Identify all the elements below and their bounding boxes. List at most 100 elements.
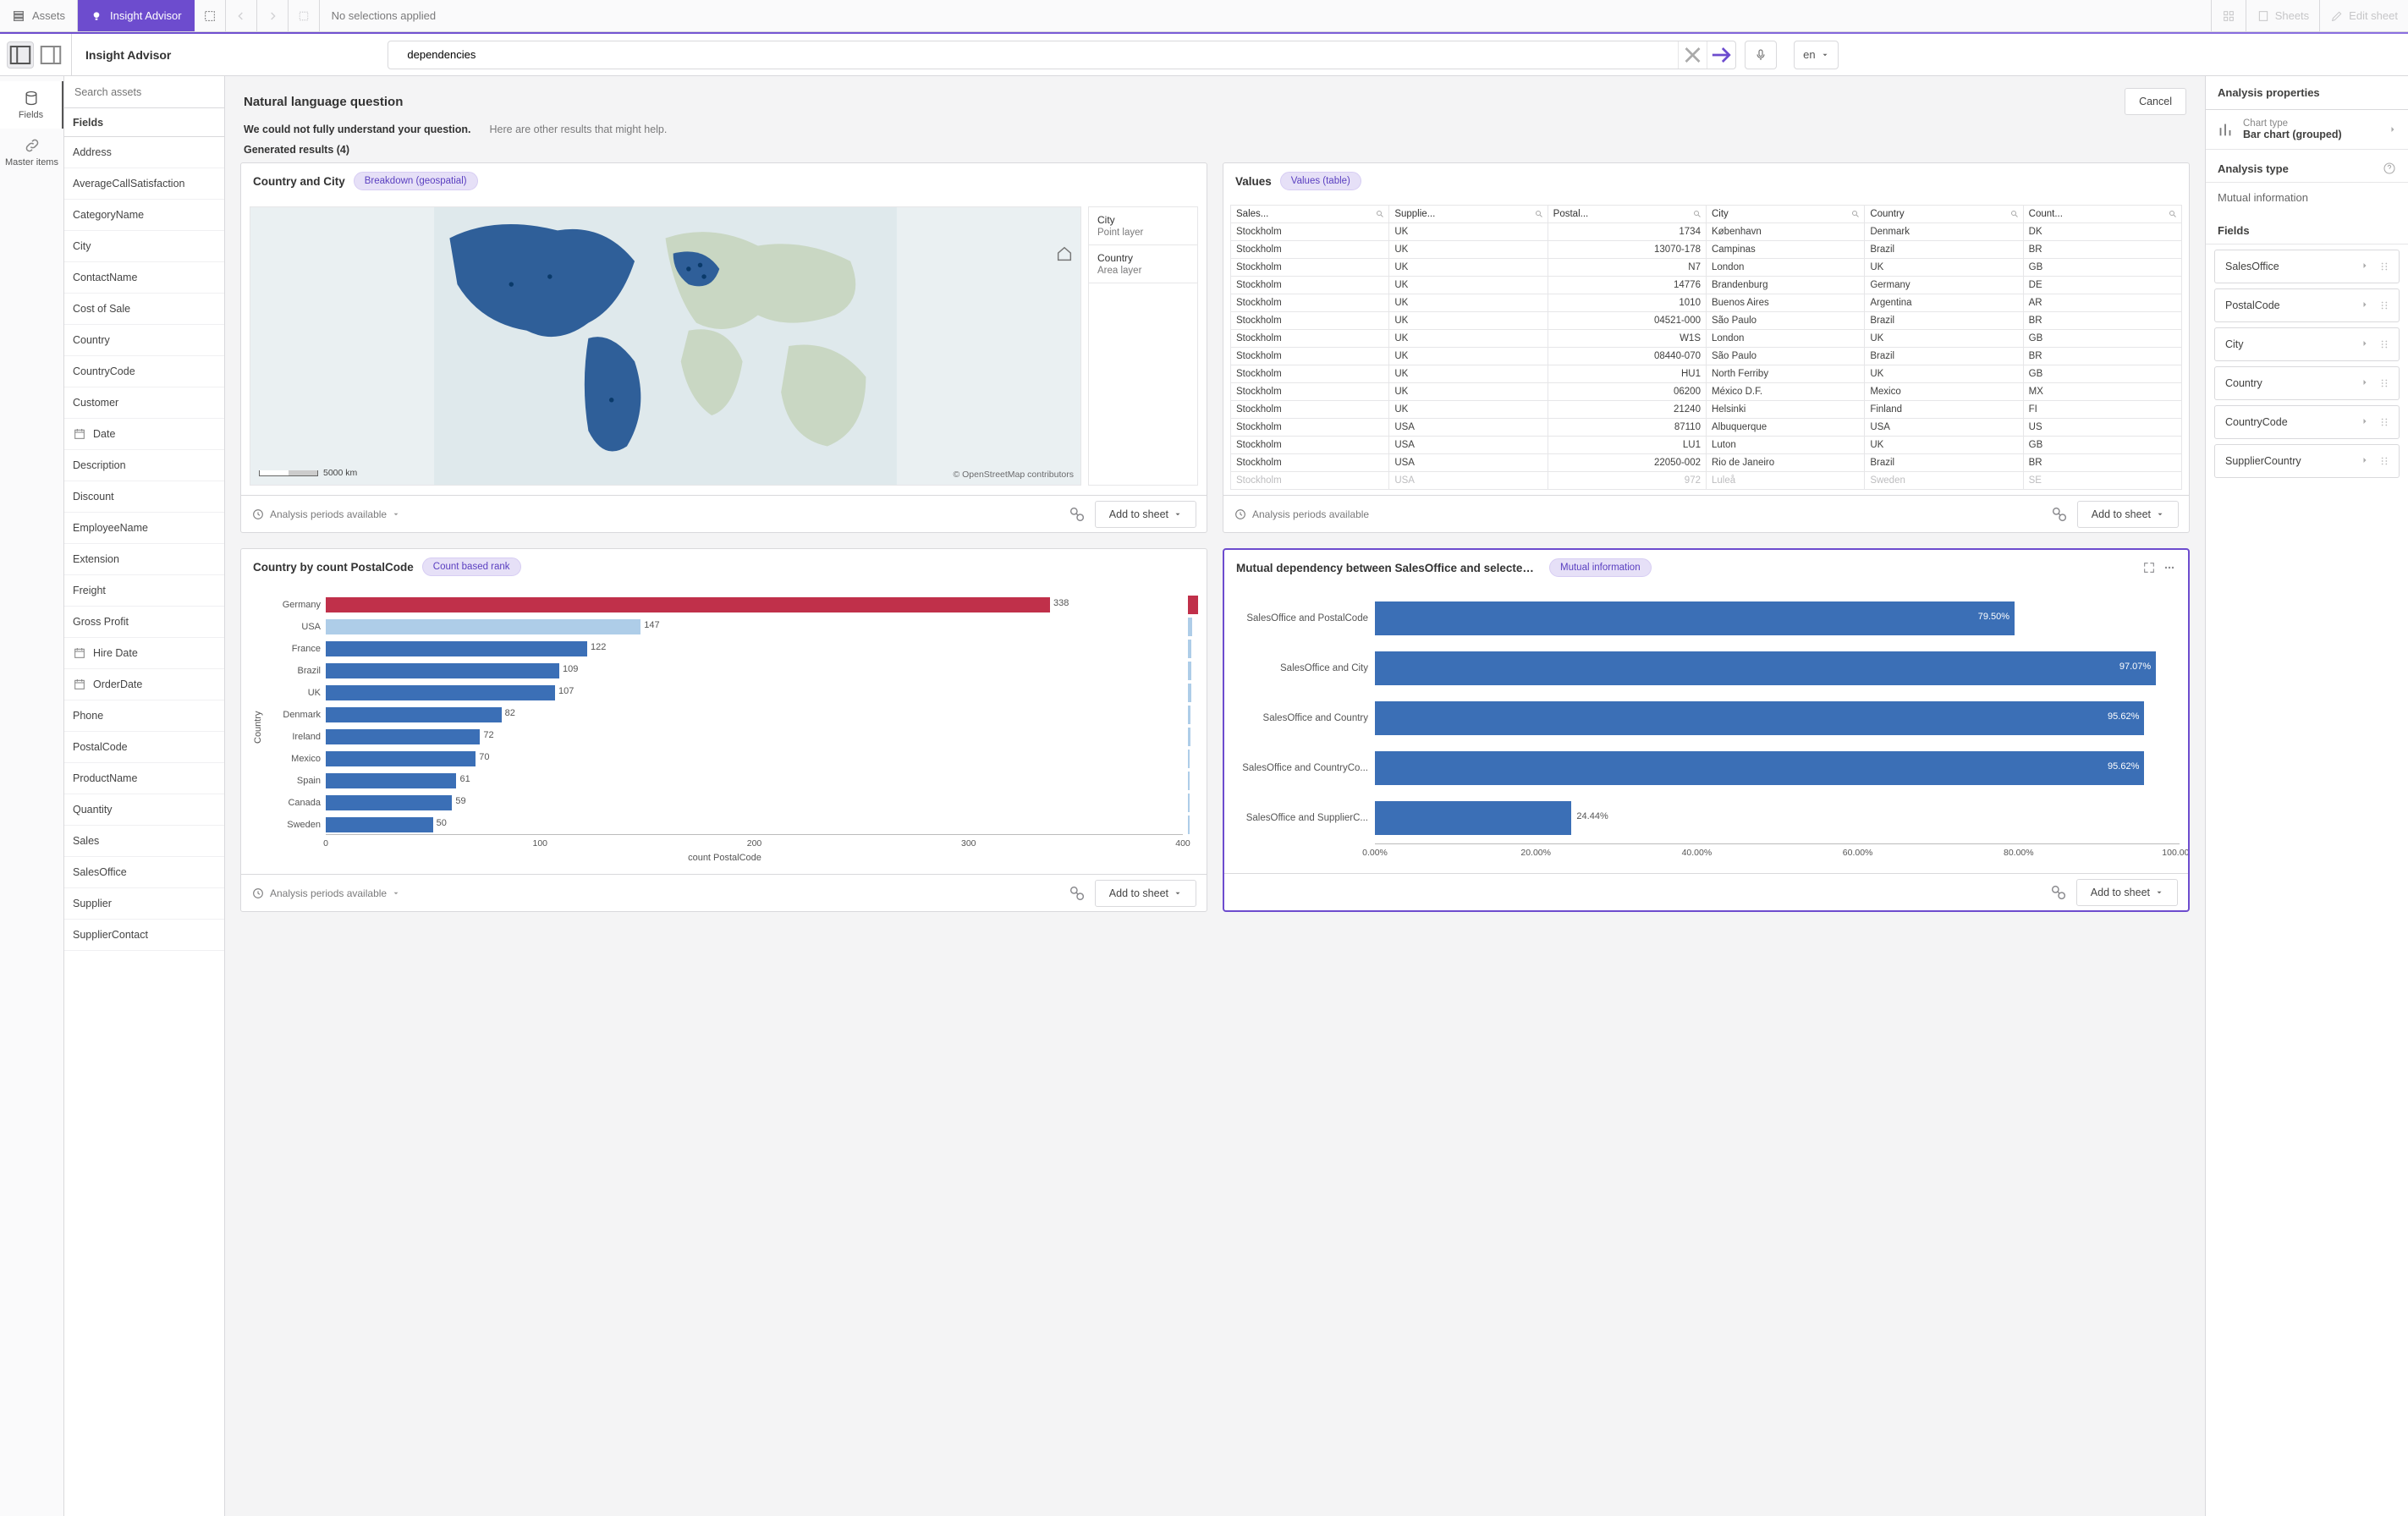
clear-selections-button[interactable]	[289, 0, 320, 31]
cancel-button[interactable]: Cancel	[2125, 88, 2186, 115]
field-chip[interactable]: SalesOffice	[2214, 250, 2400, 283]
home-icon[interactable]	[1055, 244, 1074, 263]
field-item[interactable]: ContactName	[64, 262, 224, 294]
table-header[interactable]: Count...	[2023, 206, 2181, 223]
table-header[interactable]: Postal...	[1548, 206, 1706, 223]
more-icon[interactable]	[2163, 561, 2176, 574]
clear-search-button[interactable]	[1678, 41, 1707, 69]
assets-search-input[interactable]	[73, 85, 216, 99]
bookmarks-button[interactable]	[2211, 0, 2246, 31]
table-row[interactable]: StockholmUK04521-000São PauloBrazilBR	[1231, 312, 2182, 330]
drag-handle-icon[interactable]	[2378, 261, 2390, 272]
field-item[interactable]: Date	[64, 419, 224, 450]
field-chip[interactable]: PostalCode	[2214, 288, 2400, 322]
field-item[interactable]: Hire Date	[64, 638, 224, 669]
mutual-info-chart[interactable]: SalesOffice and PostalCode79.50%SalesOff…	[1233, 593, 2180, 864]
field-item[interactable]: OrderDate	[64, 669, 224, 700]
field-item[interactable]: CountryCode	[64, 356, 224, 387]
table-header[interactable]: Country	[1865, 206, 2023, 223]
show-panels-toggle[interactable]	[7, 41, 34, 69]
assets-tab[interactable]: Assets	[0, 0, 78, 31]
table-row[interactable]: StockholmUK06200México D.F.MexicoMX	[1231, 383, 2182, 401]
analysis-periods-info[interactable]: Analysis periods available	[251, 887, 400, 900]
field-chip[interactable]: City	[2214, 327, 2400, 361]
table-row[interactable]: StockholmUK08440-070São PauloBrazilBR	[1231, 348, 2182, 365]
field-chip[interactable]: CountryCode	[2214, 405, 2400, 439]
fields-list[interactable]: AddressAverageCallSatisfactionCategoryNa…	[64, 137, 224, 1516]
field-item[interactable]: ProductName	[64, 763, 224, 794]
field-chip[interactable]: SupplierCountry	[2214, 444, 2400, 478]
table-row[interactable]: StockholmUK13070-178CampinasBrazilBR	[1231, 241, 2182, 259]
submit-search-button[interactable]	[1707, 41, 1735, 69]
field-item[interactable]: Supplier	[64, 888, 224, 920]
add-to-sheet-button[interactable]: Add to sheet	[1095, 880, 1196, 907]
drag-handle-icon[interactable]	[2378, 455, 2390, 467]
explore-icon[interactable]	[2050, 505, 2069, 524]
language-select[interactable]: en	[1794, 41, 1838, 69]
step-back-button[interactable]	[226, 0, 257, 31]
field-item[interactable]: Sales	[64, 826, 224, 857]
analysis-periods-info[interactable]: Analysis periods available	[1234, 508, 1369, 521]
field-item[interactable]: Phone	[64, 700, 224, 732]
values-table[interactable]: Sales...Supplie...Postal...CityCountryCo…	[1230, 205, 2182, 490]
field-item[interactable]: EmployeeName	[64, 513, 224, 544]
edit-sheet-button[interactable]: Edit sheet	[2319, 0, 2408, 31]
field-item[interactable]: Country	[64, 325, 224, 356]
rail-fields[interactable]: Fields	[0, 81, 63, 129]
voice-button[interactable]	[1745, 41, 1777, 69]
table-row[interactable]: StockholmUSA22050-002Rio de JaneiroBrazi…	[1231, 454, 2182, 472]
drag-handle-icon[interactable]	[2378, 416, 2390, 428]
explore-icon[interactable]	[2049, 883, 2068, 902]
rail-master-items[interactable]: Master items	[0, 129, 63, 176]
add-to-sheet-button[interactable]: Add to sheet	[1095, 501, 1196, 528]
nlq-input[interactable]	[405, 41, 1678, 69]
table-row[interactable]: StockholmUKW1SLondonUKGB	[1231, 330, 2182, 348]
field-item[interactable]: Gross Profit	[64, 607, 224, 638]
smart-select-button[interactable]	[195, 0, 226, 31]
field-item[interactable]: SupplierContact	[64, 920, 224, 951]
country-bar-chart[interactable]: Germany338USA147France122Brazil109UK107D…	[267, 592, 1183, 863]
chart-type-row[interactable]: Chart type Bar chart (grouped)	[2206, 110, 2408, 150]
field-item[interactable]: SalesOffice	[64, 857, 224, 888]
field-item[interactable]: Customer	[64, 387, 224, 419]
explore-icon[interactable]	[1068, 884, 1086, 903]
insight-advisor-tab[interactable]: Insight Advisor	[78, 0, 195, 31]
drag-handle-icon[interactable]	[2378, 338, 2390, 350]
map-viz[interactable]: 5000 km © OpenStreetMap contributors	[250, 206, 1081, 486]
nlq-search-field[interactable]	[388, 41, 1736, 69]
field-chip[interactable]: Country	[2214, 366, 2400, 400]
field-item[interactable]: Quantity	[64, 794, 224, 826]
fullscreen-icon[interactable]	[2142, 561, 2156, 574]
drag-handle-icon[interactable]	[2378, 377, 2390, 389]
table-row[interactable]: StockholmUK1734KøbenhavnDenmarkDK	[1231, 223, 2182, 241]
hide-panels-toggle[interactable]	[37, 41, 64, 69]
step-fwd-button[interactable]	[257, 0, 289, 31]
table-row[interactable]: StockholmUK14776BrandenburgGermanyDE	[1231, 277, 2182, 294]
field-item[interactable]: PostalCode	[64, 732, 224, 763]
table-row[interactable]: StockholmUSALU1LutonUKGB	[1231, 437, 2182, 454]
table-row[interactable]: StockholmUK1010Buenos AiresArgentinaAR	[1231, 294, 2182, 312]
table-row[interactable]: StockholmUKHU1North FerribyUKGB	[1231, 365, 2182, 383]
field-item[interactable]: Cost of Sale	[64, 294, 224, 325]
table-header[interactable]: City	[1706, 206, 1864, 223]
field-item[interactable]: CategoryName	[64, 200, 224, 231]
add-to-sheet-button[interactable]: Add to sheet	[2076, 879, 2178, 906]
field-item[interactable]: Description	[64, 450, 224, 481]
chart-minimap[interactable]	[1188, 592, 1198, 863]
explore-icon[interactable]	[1068, 505, 1086, 524]
field-item[interactable]: Discount	[64, 481, 224, 513]
field-item[interactable]: AverageCallSatisfaction	[64, 168, 224, 200]
table-header[interactable]: Supplie...	[1389, 206, 1548, 223]
sheets-button[interactable]: Sheets	[2246, 0, 2319, 31]
table-row[interactable]: StockholmUKN7LondonUKGB	[1231, 259, 2182, 277]
help-icon[interactable]	[2383, 162, 2396, 175]
add-to-sheet-button[interactable]: Add to sheet	[2077, 501, 2179, 528]
table-header[interactable]: Sales...	[1231, 206, 1389, 223]
table-row[interactable]: StockholmUK21240HelsinkiFinlandFI	[1231, 401, 2182, 419]
table-row[interactable]: StockholmUSA972LuleåSwedenSE	[1231, 472, 2182, 490]
drag-handle-icon[interactable]	[2378, 299, 2390, 311]
table-row[interactable]: StockholmUSA87110AlbuquerqueUSAUS	[1231, 419, 2182, 437]
field-item[interactable]: Extension	[64, 544, 224, 575]
field-item[interactable]: City	[64, 231, 224, 262]
analysis-periods-info[interactable]: Analysis periods available	[251, 508, 400, 521]
